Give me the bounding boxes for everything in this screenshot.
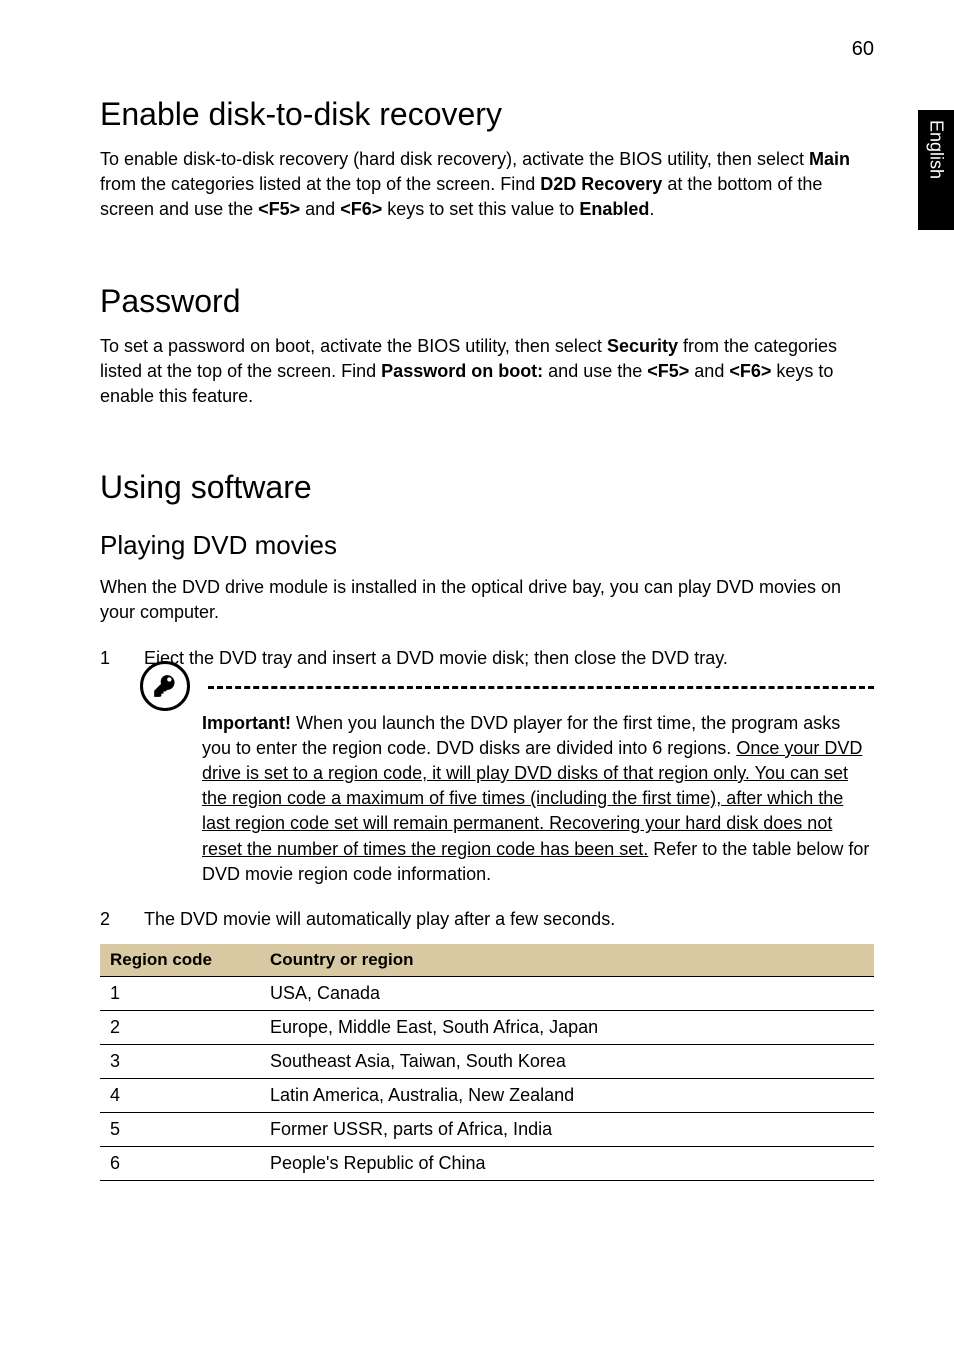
- heading-password: Password: [100, 283, 874, 320]
- cell-region: Europe, Middle East, South Africa, Japan: [260, 1011, 874, 1045]
- text: and use the: [543, 361, 647, 381]
- step-number: 2: [100, 907, 120, 932]
- step-2: 2 The DVD movie will automatically play …: [100, 907, 874, 932]
- region-code-table: Region code Country or region 1 USA, Can…: [100, 944, 874, 1181]
- important-label: Important!: [202, 713, 291, 733]
- heading-using-software: Using software: [100, 469, 874, 506]
- key-icon: [140, 661, 190, 711]
- cell-region: USA, Canada: [260, 977, 874, 1011]
- cell-code: 3: [100, 1045, 260, 1079]
- text-d2d: D2D Recovery: [540, 174, 662, 194]
- step-text: The DVD movie will automatically play af…: [144, 907, 615, 932]
- cell-region: People's Republic of China: [260, 1147, 874, 1181]
- text: To enable disk-to-disk recovery (hard di…: [100, 149, 809, 169]
- text-enabled: Enabled: [579, 199, 649, 219]
- text: and: [300, 199, 340, 219]
- text: from the categories listed at the top of…: [100, 174, 540, 194]
- table-row: 2 Europe, Middle East, South Africa, Jap…: [100, 1011, 874, 1045]
- table-row: 4 Latin America, Australia, New Zealand: [100, 1079, 874, 1113]
- note-text: Important! When you launch the DVD playe…: [202, 711, 874, 887]
- text-f6: <F6>: [340, 199, 382, 219]
- col-header-code: Region code: [100, 944, 260, 977]
- cell-code: 2: [100, 1011, 260, 1045]
- step-number: 1: [100, 646, 120, 671]
- table-row: 1 USA, Canada: [100, 977, 874, 1011]
- page: 60 English Enable disk-to-disk recovery …: [0, 0, 954, 1369]
- step-1: 1 Eject the DVD tray and insert a DVD mo…: [100, 646, 874, 671]
- table-row: 5 Former USSR, parts of Africa, India: [100, 1113, 874, 1147]
- text-security: Security: [607, 336, 678, 356]
- table-row: 6 People's Republic of China: [100, 1147, 874, 1181]
- cell-code: 4: [100, 1079, 260, 1113]
- subheading-playing-dvd: Playing DVD movies: [100, 530, 874, 561]
- text-main: Main: [809, 149, 850, 169]
- text: and: [689, 361, 729, 381]
- para-password: To set a password on boot, activate the …: [100, 334, 874, 410]
- cell-region: Former USSR, parts of Africa, India: [260, 1113, 874, 1147]
- cell-region: Southeast Asia, Taiwan, South Korea: [260, 1045, 874, 1079]
- text-f5: <F5>: [258, 199, 300, 219]
- table-header-row: Region code Country or region: [100, 944, 874, 977]
- language-tab: English: [918, 110, 954, 230]
- dashed-divider: [208, 686, 874, 689]
- para-enable-recovery: To enable disk-to-disk recovery (hard di…: [100, 147, 874, 223]
- text-f5: <F5>: [647, 361, 689, 381]
- text: To set a password on boot, activate the …: [100, 336, 607, 356]
- text-f6: <F6>: [729, 361, 771, 381]
- text-pob: Password on boot:: [381, 361, 543, 381]
- heading-enable-recovery: Enable disk-to-disk recovery: [100, 96, 874, 133]
- cell-region: Latin America, Australia, New Zealand: [260, 1079, 874, 1113]
- step-text: Eject the DVD tray and insert a DVD movi…: [144, 646, 728, 671]
- important-note: Important! When you launch the DVD playe…: [140, 683, 874, 887]
- para-dvd-intro: When the DVD drive module is installed i…: [100, 575, 874, 625]
- page-number: 60: [852, 38, 874, 61]
- text: .: [649, 199, 654, 219]
- cell-code: 1: [100, 977, 260, 1011]
- table-row: 3 Southeast Asia, Taiwan, South Korea: [100, 1045, 874, 1079]
- col-header-region: Country or region: [260, 944, 874, 977]
- text: keys to set this value to: [382, 199, 579, 219]
- cell-code: 6: [100, 1147, 260, 1181]
- cell-code: 5: [100, 1113, 260, 1147]
